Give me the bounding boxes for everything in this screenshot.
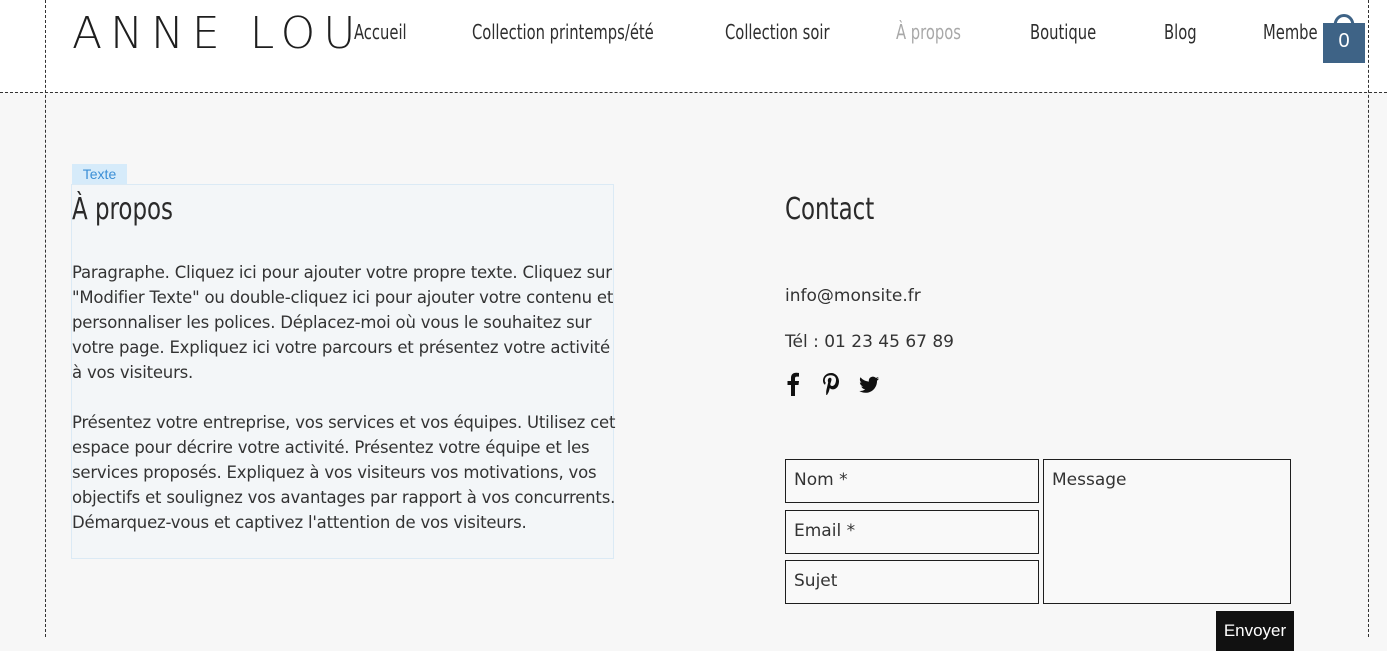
editor-guide-horizontal xyxy=(0,92,1387,93)
about-paragraph-1[interactable]: Paragraphe. Cliquez ici pour ajouter vot… xyxy=(72,260,617,385)
nav-item-boutique[interactable]: Boutique xyxy=(1030,20,1096,44)
name-field[interactable]: Nom * xyxy=(785,459,1039,503)
nav-item-members[interactable]: Membe xyxy=(1263,20,1318,44)
editor-guide-right xyxy=(1368,0,1369,637)
twitter-icon[interactable] xyxy=(858,372,880,396)
contact-phone: Tél : 01 23 45 67 89 xyxy=(785,332,954,352)
subject-field[interactable]: Sujet xyxy=(785,560,1039,604)
about-paragraph-2[interactable]: Présentez votre entreprise, vos services… xyxy=(72,410,617,535)
contact-email[interactable]: info@monsite.fr xyxy=(785,286,921,306)
email-field[interactable]: Email * xyxy=(785,510,1039,554)
send-button[interactable]: Envoyer xyxy=(1216,611,1294,651)
contact-title: Contact xyxy=(785,192,875,227)
site-header: ANNE LOU Accueil Collection printemps/ét… xyxy=(0,0,1387,92)
nav-item-a-propos[interactable]: À propos xyxy=(896,20,961,44)
message-field[interactable]: Message xyxy=(1043,459,1291,604)
facebook-icon[interactable] xyxy=(785,372,807,396)
cart-button[interactable]: 0 xyxy=(1322,8,1366,63)
about-title: À propos xyxy=(72,192,174,227)
nav-item-accueil[interactable]: Accueil xyxy=(354,20,407,44)
pinterest-icon[interactable] xyxy=(820,372,842,396)
editor-guide-left xyxy=(45,0,46,637)
site-logo[interactable]: ANNE LOU xyxy=(72,8,364,59)
cart-count: 0 xyxy=(1338,30,1350,52)
nav-item-collection-soir[interactable]: Collection soir xyxy=(725,20,830,44)
editor-text-tag: Texte xyxy=(72,164,127,184)
nav-item-collection-printemps-ete[interactable]: Collection printemps/été xyxy=(472,20,654,44)
nav-item-blog[interactable]: Blog xyxy=(1164,20,1197,44)
